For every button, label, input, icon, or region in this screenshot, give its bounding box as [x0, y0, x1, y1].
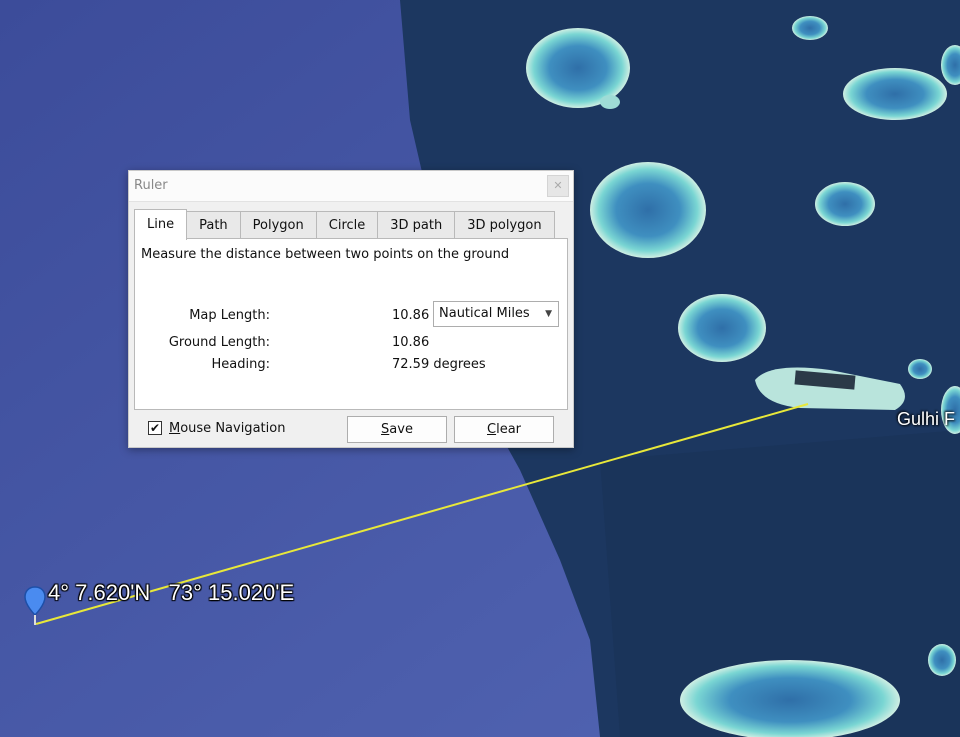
tab-circle[interactable]: Circle: [315, 211, 379, 239]
dialog-title: Ruler: [134, 178, 168, 193]
tab-3d-polygon[interactable]: 3D polygon: [454, 211, 555, 239]
mouse-navigation-label[interactable]: Mouse Navigation: [169, 421, 285, 436]
chevron-down-icon: ▼: [545, 309, 552, 319]
coordinate-label: 4° 7.620'N 73° 15.020'E: [48, 580, 295, 605]
heading-label: Heading:: [211, 357, 270, 372]
place-label: Gulhi F: [897, 409, 956, 429]
clear-button[interactable]: Clear: [454, 416, 554, 443]
dialog-titlebar[interactable]: Ruler ✕: [129, 171, 573, 202]
description-text: Measure the distance between two points …: [141, 247, 510, 262]
map-length-value: 10.86: [392, 308, 430, 323]
tab-path[interactable]: Path: [186, 211, 241, 239]
location-pin-icon[interactable]: [22, 585, 48, 627]
ruler-dialog: Ruler ✕ Line Path Polygon Circle 3D path…: [128, 170, 574, 448]
tab-line[interactable]: Line: [134, 209, 188, 240]
ground-length-label: Ground Length:: [168, 335, 270, 350]
mouse-navigation-checkbox[interactable]: ✔: [148, 421, 162, 435]
units-dropdown[interactable]: Nautical Miles ▼: [433, 301, 559, 327]
ruler-tabs: Line Path Polygon Circle 3D path 3D poly…: [134, 209, 555, 240]
heading-value: 72.59 degrees: [392, 357, 486, 372]
units-selected: Nautical Miles: [439, 306, 530, 321]
save-button[interactable]: Save: [347, 416, 447, 443]
ground-length-value: 10.86: [392, 335, 430, 350]
tab-polygon[interactable]: Polygon: [239, 211, 317, 239]
map-length-label: Map Length:: [189, 308, 270, 323]
close-icon[interactable]: ✕: [547, 175, 569, 197]
tab-3d-path[interactable]: 3D path: [377, 211, 456, 239]
line-panel: Measure the distance between two points …: [134, 238, 568, 410]
